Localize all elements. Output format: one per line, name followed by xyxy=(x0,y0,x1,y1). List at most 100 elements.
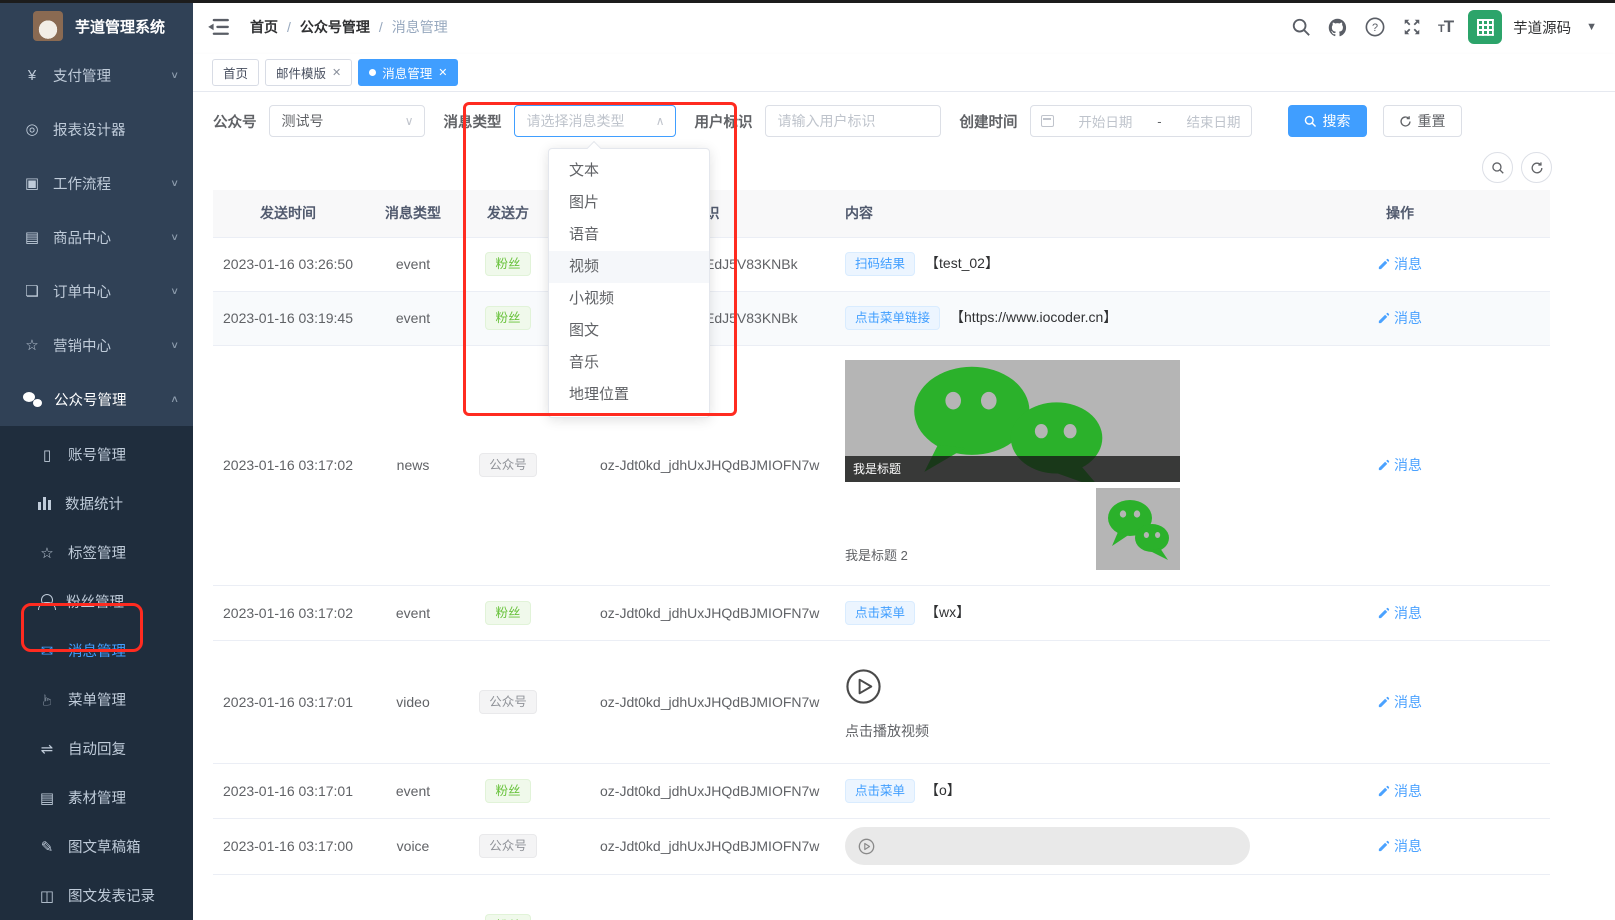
video-hint-text: 点击播放视频 xyxy=(845,721,1250,741)
sidebar-item-workflow[interactable]: ▣ 工作流程 ∨ xyxy=(0,156,193,210)
option-short-video[interactable]: 小视频 xyxy=(549,283,709,315)
caret-down-icon[interactable]: ▼ xyxy=(1586,21,1597,33)
breadcrumb-home[interactable]: 首页 xyxy=(250,17,278,37)
table-row: 2023-01-16 03:17:00 voice 公众号 oz-Jdt0kd_… xyxy=(213,818,1550,874)
reset-button[interactable]: 重置 xyxy=(1383,105,1462,137)
tabs-bar: 首页 邮件模版 ✕ 消息管理 ✕ xyxy=(193,54,1615,92)
col-message-type: 消息类型 xyxy=(363,190,463,237)
sidebar-item-payment[interactable]: ¥ 支付管理 ∨ xyxy=(0,48,193,102)
chevron-down-icon: ∨ xyxy=(405,114,414,128)
breadcrumb-wechat-mp[interactable]: 公众号管理 xyxy=(300,17,370,37)
username[interactable]: 芋道源码 xyxy=(1513,17,1571,38)
sidebar-item-auto-reply[interactable]: ⇌ 自动回复 xyxy=(0,724,193,773)
svg-text:?: ? xyxy=(1372,22,1378,34)
message-action-link[interactable]: 消息 xyxy=(1378,836,1422,856)
yen-icon: ¥ xyxy=(23,67,41,84)
message-action-link[interactable]: 消息 xyxy=(1378,308,1422,328)
sidebar-item-fans-mgmt[interactable]: 粉丝管理 xyxy=(0,577,193,626)
chevron-down-icon: ∨ xyxy=(170,69,179,80)
play-video-icon[interactable] xyxy=(845,668,882,705)
user-id-input[interactable] xyxy=(778,113,928,129)
main-area: 首页 / 公众号管理 / 消息管理 ? TT 芋道源码 ▼ xyxy=(193,0,1615,920)
edit-icon xyxy=(1378,696,1390,708)
sidebar-submenu: ▯ 账号管理 数据统计 ☆ 标签管理 粉丝管理 ✉ 消息管理 ☞ 菜单管理 ⇌ … xyxy=(0,426,193,920)
option-location[interactable]: 地理位置 xyxy=(549,379,709,411)
sidebar-item-data-stats[interactable]: 数据统计 xyxy=(0,479,193,528)
news-second-item[interactable]: 我是标题 2 xyxy=(845,488,1180,570)
toggle-search-button[interactable] xyxy=(1482,152,1513,183)
sidebar-item-message-mgmt[interactable]: ✉ 消息管理 xyxy=(0,626,193,675)
sidebar-item-marketing-center[interactable]: ☆ 营销中心 ∨ xyxy=(0,318,193,372)
fontsize-icon[interactable]: TT xyxy=(1438,17,1453,37)
table-row: 2023-01-16 03:26:50 event 粉丝 EdJ5V83KNBk… xyxy=(213,237,1550,291)
end-date-placeholder: 结束日期 xyxy=(1186,111,1240,131)
option-video[interactable]: 视频 xyxy=(549,251,709,283)
table-toolbar xyxy=(1482,152,1552,183)
sidebar-collapse-icon[interactable] xyxy=(208,18,230,36)
user-id-input-wrap xyxy=(765,105,941,137)
github-icon[interactable] xyxy=(1327,16,1349,38)
sidebar-item-tag-mgmt[interactable]: ☆ 标签管理 xyxy=(0,528,193,577)
search-icon[interactable] xyxy=(1290,16,1312,38)
col-content: 内容 xyxy=(830,190,1250,237)
message-action-link[interactable]: 消息 xyxy=(1378,781,1422,801)
phone-icon: ▯ xyxy=(38,446,56,464)
start-date-placeholder: 开始日期 xyxy=(1078,111,1132,131)
account-select[interactable]: 测试号 ∨ xyxy=(269,105,425,137)
content-badge: 点击菜单 xyxy=(845,601,915,625)
tab-home[interactable]: 首页 xyxy=(212,59,259,86)
col-actions: 操作 xyxy=(1250,190,1550,237)
table-row: 粉丝 xyxy=(213,874,1550,920)
star-icon: ☆ xyxy=(38,544,56,562)
order-icon: ❏ xyxy=(23,282,41,300)
account-label: 公众号 xyxy=(213,111,257,132)
sidebar-item-account-mgmt[interactable]: ▯ 账号管理 xyxy=(0,430,193,479)
message-action-link[interactable]: 消息 xyxy=(1378,603,1422,623)
news-title-2: 我是标题 2 xyxy=(845,545,908,564)
option-image[interactable]: 图片 xyxy=(549,187,709,219)
app-logo[interactable]: 芋道管理系统 xyxy=(0,6,193,46)
close-icon[interactable]: ✕ xyxy=(332,66,341,79)
sidebar-item-order-center[interactable]: ❏ 订单中心 ∨ xyxy=(0,264,193,318)
sidebar-item-publish-record[interactable]: ◫ 图文发表记录 xyxy=(0,871,193,920)
tab-mail-template[interactable]: 邮件模版 ✕ xyxy=(265,59,352,86)
option-text[interactable]: 文本 xyxy=(549,155,709,187)
sidebar-item-menu-mgmt[interactable]: ☞ 菜单管理 xyxy=(0,675,193,724)
message-type-select[interactable]: 请选择消息类型 ∧ xyxy=(514,105,676,137)
avatar[interactable] xyxy=(1468,10,1502,44)
sidebar-item-report-designer[interactable]: ◎ 报表设计器 xyxy=(0,102,193,156)
message-action-link[interactable]: 消息 xyxy=(1378,254,1422,274)
close-icon[interactable]: ✕ xyxy=(438,66,447,79)
calendar-icon xyxy=(1041,115,1054,127)
audio-player[interactable] xyxy=(845,827,1250,865)
date-range-picker[interactable]: 开始日期 - 结束日期 xyxy=(1030,105,1252,137)
message-action-link[interactable]: 消息 xyxy=(1378,692,1422,712)
tab-message-mgmt[interactable]: 消息管理 ✕ xyxy=(358,59,458,86)
chevron-up-icon: ∧ xyxy=(656,114,665,128)
news-card[interactable]: 我是标题 我是标题 2 xyxy=(845,360,1180,570)
message-type-label: 消息类型 xyxy=(444,111,502,132)
refresh-table-button[interactable] xyxy=(1521,152,1552,183)
sidebar-item-draft-box[interactable]: ✎ 图文草稿箱 xyxy=(0,822,193,871)
wechat-logo-image xyxy=(1096,488,1180,570)
auto-reply-icon: ⇌ xyxy=(38,740,56,758)
chevron-down-icon: ∨ xyxy=(170,285,179,296)
edit-icon xyxy=(1378,312,1390,324)
option-voice[interactable]: 语音 xyxy=(549,219,709,251)
sidebar-item-material-mgmt[interactable]: ▤ 素材管理 xyxy=(0,773,193,822)
sidebar-item-wechat-mp[interactable]: 公众号管理 ∧ xyxy=(0,372,193,426)
sidebar-item-product-center[interactable]: ▤ 商品中心 ∨ xyxy=(0,210,193,264)
chevron-down-icon: ∨ xyxy=(170,177,179,188)
bar-chart-icon xyxy=(38,497,53,510)
table-row: 2023-01-16 03:19:45 event 粉丝 EdJ5V83KNBk… xyxy=(213,291,1550,345)
fullscreen-icon[interactable] xyxy=(1401,16,1423,38)
option-music[interactable]: 音乐 xyxy=(549,347,709,379)
sender-badge: 公众号 xyxy=(479,453,537,477)
user-id-label: 用户标识 xyxy=(695,111,753,132)
help-icon[interactable]: ? xyxy=(1364,16,1386,38)
message-action-link[interactable]: 消息 xyxy=(1378,455,1422,475)
search-button[interactable]: 搜索 xyxy=(1288,105,1367,137)
option-news[interactable]: 图文 xyxy=(549,315,709,347)
edit-icon xyxy=(1378,840,1390,852)
audio-play-icon[interactable] xyxy=(858,838,875,855)
